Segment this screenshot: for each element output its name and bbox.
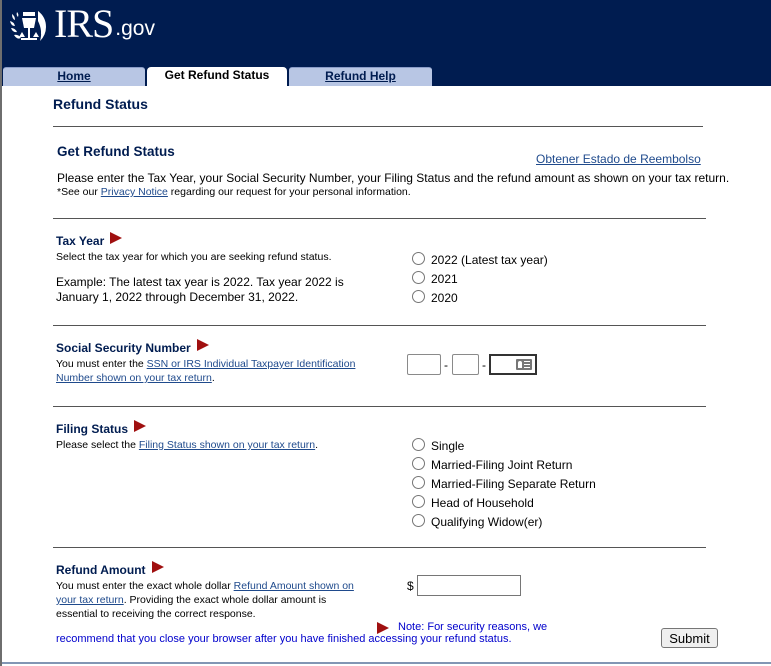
submit-button[interactable]: Submit xyxy=(661,628,718,648)
ssn-help-suffix: . xyxy=(211,372,215,384)
filing-status-help-link[interactable]: Filing Status shown on your tax return xyxy=(139,439,315,451)
radio-button[interactable] xyxy=(412,513,425,527)
window-left-border xyxy=(0,0,2,666)
tax-year-help: Select the tax year for which you are se… xyxy=(56,251,332,263)
tab-home[interactable]: Home xyxy=(3,67,145,86)
ssn-help-prefix: You must enter the xyxy=(56,358,147,370)
refund-amount-help-rest: . Providing the exact whole dollar amoun… xyxy=(123,594,327,606)
tax-year-option-label: 2020 xyxy=(431,291,458,305)
required-arrow-icon xyxy=(134,420,146,432)
ssn-help: You must enter the SSN or IRS Individual… xyxy=(56,357,355,385)
refund-amount-label-text: Refund Amount xyxy=(56,563,146,577)
radio-button[interactable] xyxy=(412,270,425,284)
divider xyxy=(53,406,706,407)
tax-year-example-line2: January 1, 2022 through December 31, 202… xyxy=(56,290,299,304)
refund-amount-help-link[interactable]: Refund Amount shown on xyxy=(234,580,354,592)
tax-year-label: Tax Year xyxy=(56,232,123,248)
radio-button[interactable] xyxy=(412,251,425,265)
tax-year-option[interactable]: 2020 xyxy=(412,289,458,305)
page-bottom-border xyxy=(0,662,771,664)
refund-amount-help-link-cont[interactable]: your tax return xyxy=(56,594,124,606)
privacy-prefix: *See our xyxy=(57,186,101,198)
required-arrow-icon xyxy=(110,232,123,244)
contact-card-autofill-icon[interactable] xyxy=(516,359,532,370)
filing-status-help-prefix: Please select the xyxy=(56,439,139,451)
logo-irs-text: IRS xyxy=(54,1,114,46)
filing-status-help-suffix: . xyxy=(315,439,319,451)
filing-status-option-label: Single xyxy=(431,439,465,453)
refund-amount-help-line3: essential to receiving the correct respo… xyxy=(56,608,256,620)
refund-amount-help-prefix: You must enter the exact whole dollar xyxy=(56,580,234,592)
tax-year-option[interactable]: 2021 xyxy=(412,270,458,286)
ssn-label: Social Security Number xyxy=(56,339,209,355)
ssn-help-link[interactable]: SSN or IRS Individual Taxpayer Identific… xyxy=(147,358,356,370)
filing-status-option[interactable]: Single xyxy=(412,437,465,453)
section-title: Get Refund Status xyxy=(57,144,175,159)
ssn-part3-input[interactable] xyxy=(489,354,537,375)
intro-text: Please enter the Tax Year, your Social S… xyxy=(57,171,730,185)
tax-year-option[interactable]: 2022 (Latest tax year) xyxy=(412,251,548,267)
filing-status-option-label: Head of Household xyxy=(431,496,534,510)
privacy-notice-text: *See our Privacy Notice regarding our re… xyxy=(57,186,411,198)
required-arrow-icon xyxy=(196,339,209,351)
required-arrow-icon xyxy=(151,561,164,573)
tab-refund-help[interactable]: Refund Help xyxy=(289,67,432,86)
filing-status-option[interactable]: Married-Filing Joint Return xyxy=(412,456,573,472)
irs-logo[interactable]: IRS .gov xyxy=(8,4,155,44)
tax-year-option-label: 2022 (Latest tax year) xyxy=(431,253,548,267)
ssn-separator: - xyxy=(444,358,448,372)
ssn-separator: - xyxy=(482,358,486,372)
privacy-suffix: regarding our request for your personal … xyxy=(167,186,411,198)
filing-status-option-label: Qualifying Widow(er) xyxy=(431,515,543,529)
ssn-part2-input[interactable] xyxy=(452,354,479,375)
refund-amount-input[interactable] xyxy=(417,575,521,596)
radio-button[interactable] xyxy=(412,437,425,451)
refund-amount-help: You must enter the exact whole dollar Re… xyxy=(56,579,354,621)
filing-status-help: Please select the Filing Status shown on… xyxy=(56,438,318,452)
tab-home-link[interactable]: Home xyxy=(57,69,90,83)
ssn-label-text: Social Security Number xyxy=(56,341,191,355)
logo-gov-text: .gov xyxy=(115,17,155,40)
divider xyxy=(53,126,703,127)
tax-year-option-label: 2021 xyxy=(431,272,458,286)
filing-status-label-text: Filing Status xyxy=(56,422,128,436)
divider xyxy=(53,325,706,326)
ssn-help-link-cont[interactable]: Number shown on your tax return xyxy=(56,372,212,384)
page-title: Refund Status xyxy=(53,96,148,112)
ssn-part1-input[interactable] xyxy=(407,354,441,375)
filing-status-option-label: Married-Filing Joint Return xyxy=(431,458,573,472)
radio-button[interactable] xyxy=(412,456,425,470)
security-note-line1: Note: For security reasons, we xyxy=(398,621,548,633)
filing-status-label: Filing Status xyxy=(56,420,146,436)
filing-status-option[interactable]: Qualifying Widow(er) xyxy=(412,513,543,529)
filing-status-option[interactable]: Head of Household xyxy=(412,494,534,510)
irs-eagle-icon xyxy=(10,11,46,41)
radio-button[interactable] xyxy=(412,494,425,508)
filing-status-option[interactable]: Married-Filing Separate Return xyxy=(412,475,596,491)
divider xyxy=(53,547,706,548)
tab-get-refund-status[interactable]: Get Refund Status xyxy=(147,67,287,87)
security-note-line2: recommend that you close your browser af… xyxy=(56,633,512,645)
tax-year-example-line1: Example: The latest tax year is 2022. Ta… xyxy=(56,275,344,289)
tab-refund-help-link[interactable]: Refund Help xyxy=(325,69,396,83)
divider xyxy=(53,218,706,219)
filing-status-option-label: Married-Filing Separate Return xyxy=(431,477,596,491)
radio-button[interactable] xyxy=(412,289,425,303)
privacy-notice-link[interactable]: Privacy Notice xyxy=(101,186,168,198)
tax-year-label-text: Tax Year xyxy=(56,234,105,248)
currency-symbol: $ xyxy=(407,579,414,593)
refund-amount-label: Refund Amount xyxy=(56,561,164,577)
radio-button[interactable] xyxy=(412,475,425,489)
spanish-version-link[interactable]: Obtener Estado de Reembolso xyxy=(536,152,701,166)
